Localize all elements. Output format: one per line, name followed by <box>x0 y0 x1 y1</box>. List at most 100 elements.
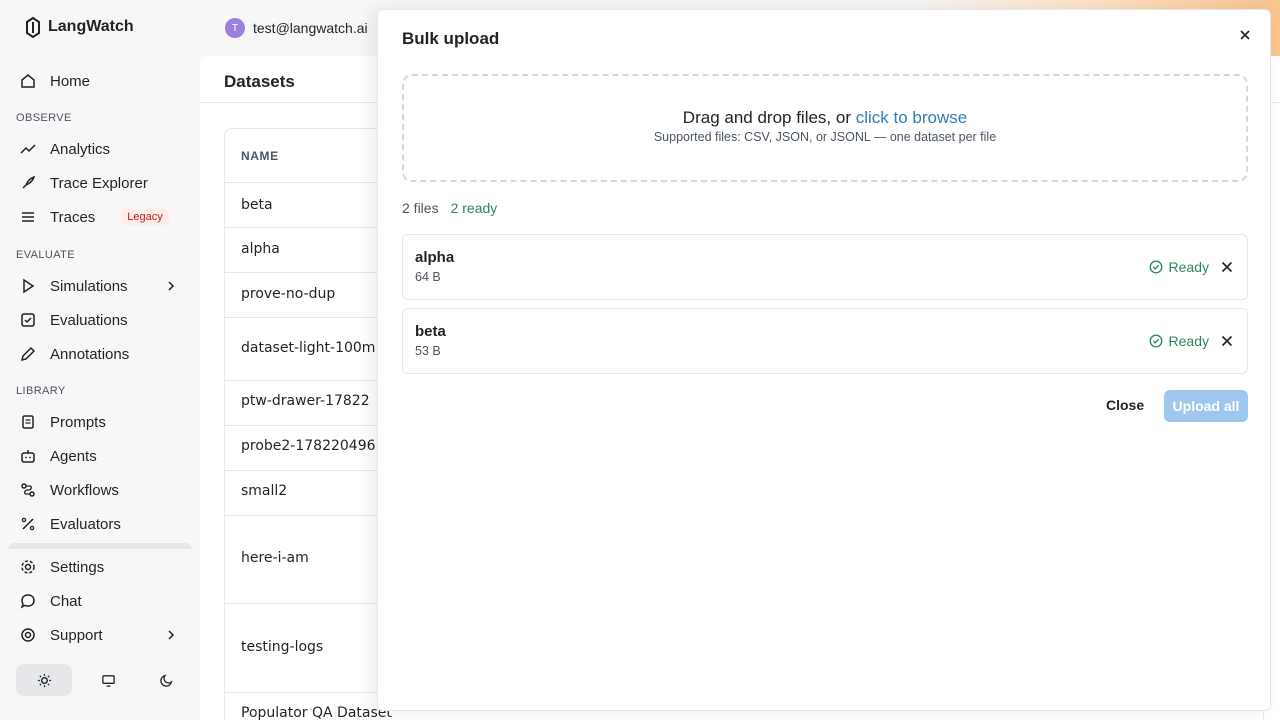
moon-icon <box>159 674 172 687</box>
theme-system-button[interactable] <box>86 664 130 696</box>
remove-file-icon[interactable] <box>1219 333 1235 349</box>
file-name: beta <box>415 323 446 340</box>
file-item: alpha 64 B Ready <box>402 234 1248 300</box>
sidebar-item-label: Evaluators <box>50 515 121 533</box>
theme-dark-button[interactable] <box>144 664 188 696</box>
sidebar-item-evaluators[interactable]: Evaluators <box>8 508 192 540</box>
check-circle-icon <box>1149 334 1162 348</box>
dataset-name: prove-no-dup <box>241 286 336 302</box>
sidebar-item-label: Annotations <box>50 345 130 363</box>
brand-logo[interactable]: LangWatch <box>24 16 134 38</box>
theme-light-button[interactable] <box>16 664 72 696</box>
section-library: LIBRARY <box>16 385 66 397</box>
document-icon <box>22 415 34 429</box>
sidebar-item-simulations[interactable]: Simulations <box>8 270 192 302</box>
trend-icon <box>20 144 36 154</box>
lifebuoy-icon <box>21 628 35 642</box>
sidebar-item-agents[interactable]: Agents <box>8 440 192 472</box>
bot-icon <box>21 450 35 463</box>
sidebar-item-label: Support <box>50 626 103 644</box>
dataset-name: dataset-light-100m <box>241 340 376 356</box>
sidebar-item-annotations[interactable]: Annotations <box>8 338 192 370</box>
dataset-name: here-i-am <box>241 550 309 566</box>
sidebar-item-label: Chat <box>50 592 82 610</box>
brand-name: LangWatch <box>48 18 134 35</box>
file-status: Ready <box>1149 259 1209 275</box>
status-label: Ready <box>1168 259 1209 275</box>
sidebar-item-label: Home <box>50 72 91 90</box>
rocket-icon <box>22 175 36 189</box>
panel-title: Bulk upload <box>402 29 500 48</box>
dataset-name: alpha <box>241 241 280 257</box>
file-dropzone[interactable]: Drag and drop files, or click to browse … <box>402 74 1248 182</box>
upload-all-button[interactable]: Upload all <box>1164 390 1248 422</box>
check-square-icon <box>21 313 35 327</box>
sidebar-item-label: Evaluations <box>50 311 128 329</box>
sidebar-item-support[interactable]: Support <box>8 619 192 651</box>
sidebar-item-label: Analytics <box>50 140 111 158</box>
chevron-right-icon <box>168 281 175 291</box>
sidebar-item-label: Trace Explorer <box>50 174 148 192</box>
file-counts: 2 files 2 ready <box>402 200 497 216</box>
sidebar-item-trace-explorer[interactable]: Trace Explorer <box>8 167 192 199</box>
sidebar-item-label: Agents <box>50 447 97 465</box>
dataset-name: beta <box>241 197 273 213</box>
sidebar-item-prompts[interactable]: Prompts <box>8 406 192 438</box>
sidebar-item-settings[interactable]: Settings <box>8 551 192 583</box>
dropzone-text: Drag and drop files, or click to browse <box>404 108 1246 128</box>
page-title: Datasets <box>224 72 295 91</box>
sidebar-item-label: Prompts <box>50 413 106 431</box>
file-size: 53 B <box>415 344 441 358</box>
sidebar-item-home[interactable]: Home <box>8 65 192 97</box>
list-icon <box>22 212 34 222</box>
sidebar-item-analytics[interactable]: Analytics <box>8 133 192 165</box>
workflow-icon <box>21 483 35 497</box>
avatar: T <box>225 18 245 38</box>
bulk-upload-panel: Bulk upload Drag and drop files, or clic… <box>377 9 1271 711</box>
sidebar-item-label: Workflows <box>50 481 119 499</box>
file-name: alpha <box>415 249 455 266</box>
active-item-highlight <box>8 543 192 549</box>
file-size: 64 B <box>415 270 441 284</box>
column-header-name[interactable]: NAME <box>241 149 279 163</box>
close-button[interactable]: Close <box>1106 397 1144 413</box>
sidebar-item-label: Settings <box>50 558 105 576</box>
section-evaluate: EVALUATE <box>16 249 76 261</box>
files-count: 2 files <box>402 200 439 216</box>
langwatch-logo-icon <box>26 16 40 38</box>
sidebar-item-traces[interactable]: Traces Legacy <box>8 201 192 233</box>
file-status: Ready <box>1149 333 1209 349</box>
sidebar-item-evaluations[interactable]: Evaluations <box>8 304 192 336</box>
gear-icon <box>21 560 35 574</box>
user-menu[interactable]: T test@langwatch.ai <box>225 18 368 38</box>
close-icon[interactable] <box>1236 26 1254 44</box>
monitor-icon <box>101 674 115 687</box>
user-email: test@langwatch.ai <box>253 20 368 36</box>
ready-count: 2 ready <box>450 200 498 216</box>
dataset-name: testing-logs <box>241 639 324 655</box>
supported-files-hint: Supported files: CSV, JSON, or JSONL — o… <box>653 130 997 144</box>
dataset-name: small2 <box>241 483 288 499</box>
file-item: beta 53 B Ready <box>402 308 1248 374</box>
chevron-right-icon <box>168 630 175 640</box>
browse-link[interactable]: click to browse <box>856 108 967 127</box>
sidebar-item-workflows[interactable]: Workflows <box>8 474 192 506</box>
sun-icon <box>37 673 51 687</box>
percent-icon <box>21 517 35 531</box>
theme-toggle <box>16 664 188 696</box>
dataset-name: Populator QA Dataset <box>241 705 392 720</box>
sidebar: LangWatch Home OBSERVE Analytics Trace E… <box>0 0 200 720</box>
sidebar-item-chat[interactable]: Chat <box>8 585 192 617</box>
play-icon <box>23 278 35 294</box>
check-circle-icon <box>1149 260 1162 274</box>
status-label: Ready <box>1168 333 1209 349</box>
sidebar-item-label: Traces <box>50 208 96 226</box>
section-observe: OBSERVE <box>16 112 72 124</box>
chat-bubble-icon <box>20 594 35 609</box>
remove-file-icon[interactable] <box>1219 259 1235 275</box>
sidebar-item-label: Simulations <box>50 277 128 295</box>
dataset-name: probe2-178220496 <box>241 438 376 454</box>
dataset-name: ptw-drawer-17822 <box>241 393 370 409</box>
dropzone-label: Drag and drop files, or <box>682 108 856 127</box>
home-icon <box>21 74 35 88</box>
